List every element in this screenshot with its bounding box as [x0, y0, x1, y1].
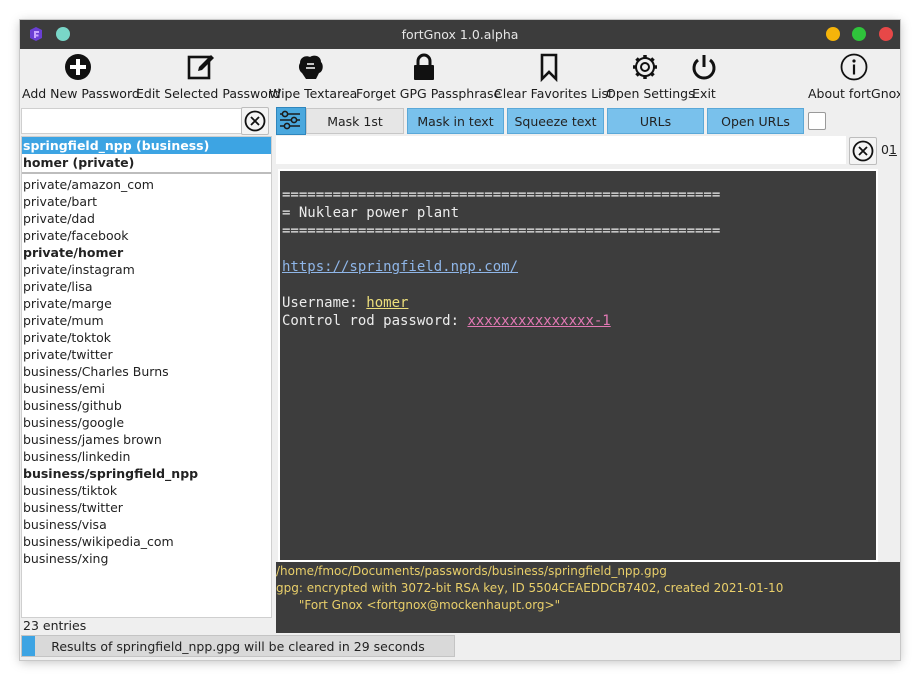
list-item[interactable]: private/homer	[22, 244, 271, 261]
sliders-icon	[280, 110, 300, 130]
list-item[interactable]: business/Charles Burns	[22, 363, 271, 380]
forget-gpg-label: Forget GPG Passphrase	[356, 86, 502, 101]
index-label: 01	[881, 142, 897, 157]
list-item[interactable]: private/instagram	[22, 261, 271, 278]
forget-gpg-button[interactable]: Forget GPG Passphrase	[356, 49, 502, 105]
list-item[interactable]: business/springfield_npp	[22, 465, 271, 482]
text-tools-toggle[interactable]	[276, 107, 306, 135]
list-item[interactable]: business/github	[22, 397, 271, 414]
mask-first-button[interactable]: Mask 1st	[306, 108, 404, 134]
title-bar: fortGnox 1.0.alpha	[20, 20, 900, 49]
index-field[interactable]	[276, 136, 846, 164]
squeeze-text-button[interactable]: Squeeze text	[507, 108, 604, 134]
entry-count: 23 entries	[23, 618, 87, 633]
list-item[interactable]: business/emi	[22, 380, 271, 397]
username-value[interactable]: homer	[366, 295, 408, 311]
list-item[interactable]: business/google	[22, 414, 271, 431]
gear-icon	[633, 55, 657, 79]
password-content-textarea[interactable]: ========================================…	[278, 169, 878, 562]
clear-favorites-label: Clear Favorites List	[494, 86, 613, 101]
close-circle-icon	[244, 110, 266, 132]
close-window-button[interactable]	[879, 27, 893, 41]
entries-list: private/amazon_com private/bart private/da…	[22, 176, 271, 567]
list-item[interactable]: business/twitter	[22, 499, 271, 516]
close-circle-icon	[852, 140, 874, 162]
list-item[interactable]: private/twitter	[22, 346, 271, 363]
gpg-file-path: /home/fmoc/Documents/passwords/business/…	[276, 564, 667, 578]
gpg-key-owner: "Fort Gnox <fortgnox@mockenhaupt.org>"	[276, 598, 561, 612]
info-icon	[840, 53, 868, 81]
wipe-textarea-button[interactable]: Wipe Textarea	[269, 49, 358, 105]
window-title: fortGnox 1.0.alpha	[401, 27, 519, 42]
option-checkbox[interactable]	[808, 112, 826, 130]
add-password-label: Add New Password	[22, 86, 140, 101]
about-button[interactable]: About fortGnox	[808, 49, 900, 105]
open-settings-label: Open Settings	[606, 86, 695, 101]
gpg-status-panel: /home/fmoc/Documents/passwords/business/…	[276, 562, 900, 633]
maximize-button[interactable]	[852, 27, 866, 41]
entry-heading: = Nuklear power plant	[282, 205, 460, 221]
wipe-textarea-label: Wipe Textarea	[269, 86, 358, 101]
power-icon	[692, 55, 716, 80]
list-item[interactable]: private/bart	[22, 193, 271, 210]
clear-search-button[interactable]	[241, 107, 269, 135]
separator-line: ========================================…	[282, 187, 721, 203]
search-input[interactable]	[21, 108, 244, 134]
mask-in-text-button[interactable]: Mask in text	[407, 108, 504, 134]
password-value[interactable]: xxxxxxxxxxxxxxx-1	[467, 313, 610, 329]
minimize-button[interactable]	[826, 27, 840, 41]
list-item[interactable]: business/tiktok	[22, 482, 271, 499]
main-window: fortGnox 1.0.alpha Add New Password Edit…	[20, 20, 900, 660]
favorite-item[interactable]: springfield_npp (business)	[22, 137, 271, 154]
clear-favorites-button[interactable]: Clear Favorites List	[494, 49, 613, 105]
exit-label: Exit	[692, 86, 716, 101]
separator-line: ========================================…	[282, 223, 721, 239]
bookmark-icon	[540, 53, 558, 82]
eraser-icon	[298, 55, 323, 79]
plus-circle-icon	[65, 54, 91, 80]
progress-text: Results of springfield_npp.gpg will be c…	[51, 639, 425, 654]
edit-password-label: Edit Selected Password	[136, 86, 281, 101]
password-list[interactable]: springfield_npp (business) homer (privat…	[21, 136, 272, 618]
list-item[interactable]: business/wikipedia_com	[22, 533, 271, 550]
list-item[interactable]: private/dad	[22, 210, 271, 227]
list-item[interactable]: business/visa	[22, 516, 271, 533]
edit-icon	[187, 55, 214, 80]
about-label: About fortGnox	[808, 86, 900, 101]
list-item[interactable]: private/mum	[22, 312, 271, 329]
open-urls-button[interactable]: Open URLs	[707, 108, 804, 134]
password-label: Control rod password:	[282, 313, 468, 329]
url-link[interactable]: https://springfield.npp.com/	[282, 259, 518, 275]
lock-icon	[414, 53, 434, 80]
favorite-item[interactable]: homer (private)	[22, 154, 271, 171]
list-item[interactable]: private/toktok	[22, 329, 271, 346]
edit-password-button[interactable]: Edit Selected Password	[136, 49, 281, 105]
username-label: Username:	[282, 295, 367, 311]
list-item[interactable]: business/linkedin	[22, 448, 271, 465]
list-item[interactable]: business/xing	[22, 550, 271, 567]
clear-timer-progress: Results of springfield_npp.gpg will be c…	[21, 635, 455, 657]
gpg-key-info: gpg: encrypted with 3072-bit RSA key, ID…	[276, 581, 784, 595]
list-item[interactable]: private/amazon_com	[22, 176, 271, 193]
list-item[interactable]: private/lisa	[22, 278, 271, 295]
favorites-divider	[22, 172, 271, 174]
urls-button[interactable]: URLs	[607, 108, 704, 134]
open-settings-button[interactable]: Open Settings	[606, 49, 695, 105]
add-password-button[interactable]: Add New Password	[22, 49, 140, 105]
list-item[interactable]: business/james brown	[22, 431, 271, 448]
list-item[interactable]: private/facebook	[22, 227, 271, 244]
clear-content-button[interactable]	[849, 137, 877, 165]
main-toolbar: Add New Password Edit Selected Password …	[20, 49, 900, 105]
exit-button[interactable]: Exit	[686, 49, 722, 105]
list-item[interactable]: private/marge	[22, 295, 271, 312]
